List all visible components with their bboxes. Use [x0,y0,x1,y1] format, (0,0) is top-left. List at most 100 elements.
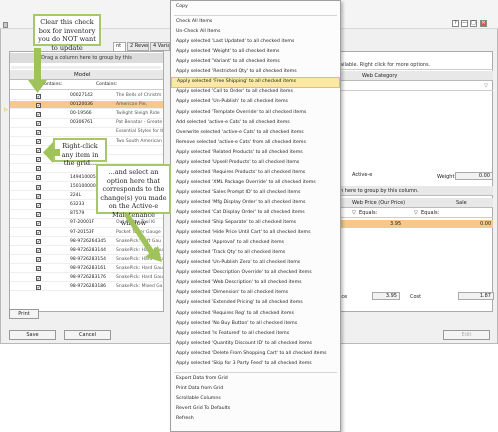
menu-item[interactable]: Apply selected 'Restricted Qty' to all c… [171,68,340,76]
menu-item[interactable]: Apply selected 'Track Qty' to all checke… [171,249,340,257]
close-button[interactable]: ✕ [480,20,487,27]
maximize-button[interactable]: □ [470,20,477,27]
table-row[interactable]: ✔ 98-9726264345 SnakePick: Soft Gau [10,238,163,246]
table-row[interactable]: ✔ 00306761 Pat Benatar - Greate [10,119,163,128]
minimize-button[interactable]: — [461,20,468,27]
menu-item[interactable]: Check All Items [171,18,340,26]
menu-item[interactable]: Apply selected 'Template Override' to al… [171,109,340,117]
model-column-header[interactable]: Model [74,72,91,78]
row-checkbox[interactable]: ✔ [36,148,41,154]
menu-item[interactable]: Remove selected 'active-e Cats' from all… [171,139,340,147]
menu-item[interactable]: Apply selected 'XML Package Override' to… [171,179,340,187]
menu-item[interactable]: Apply selected 'Requires Reg' to all che… [171,310,340,318]
row-checkbox[interactable]: ✔ [36,202,41,208]
menu-item[interactable]: Apply selected 'Requires Products' to al… [171,169,340,177]
filter-icon[interactable]: ▽ [352,208,356,218]
weight-field[interactable]: 0.00 [455,172,493,180]
row-checkbox[interactable]: ✔ [36,184,41,190]
cost-field[interactable]: 1.87 [458,292,494,300]
menu-item[interactable]: Apply selected 'Description Override' to… [171,269,340,277]
table-row[interactable]: ✔ 97-20153F Pocket Tuner Gauge [10,229,163,237]
menu-item[interactable]: Apply selected 'Un-Publish Zero' to all … [171,259,340,267]
row-checkbox[interactable]: ✔ [36,220,41,226]
row-checkbox[interactable]: ✔ [36,275,41,281]
menu-item[interactable]: Apply selected 'Approval' to all checked… [171,239,340,247]
row-checkbox[interactable]: ✔ [36,248,41,254]
price-field[interactable]: 3.95 [372,292,400,300]
menu-item[interactable]: Apply selected 'Un-Publish' to all check… [171,98,340,106]
table-row[interactable]: ✔ 00120036 American Pie, [10,101,163,110]
menu-item[interactable]: Print Data from Grid [171,385,340,393]
menu-item[interactable]: Apply selected 'Skip for 3 Party Feed' t… [171,360,340,368]
row-checkbox[interactable]: ✔ [36,139,41,144]
cancel-button[interactable]: Cancel [64,330,111,340]
menu-item[interactable]: Un-Check All Items [171,28,340,36]
menu-item[interactable]: Apply selected 'Delete From Shopping Car… [171,350,340,358]
menu-item[interactable]: Apply selected 'Variant' to all checked … [171,58,340,66]
menu-item[interactable]: Apply selected 'Weight' to all checked i… [171,48,340,56]
table-row[interactable]: ✔ 98-9726283176 SnakePick: Hard Gau [10,274,163,283]
menu-item[interactable]: Apply selected 'Dimension' to all checke… [171,289,340,297]
row-checkbox[interactable]: ✔ [36,111,41,117]
menu-item[interactable]: Apply selected 'Upsell Products' to all … [171,159,340,167]
row-checkbox[interactable]: ✔ [36,175,41,181]
menu-item[interactable]: Apply selected 'Quantity Discount ID' to… [171,340,340,348]
filter-icon[interactable]: ▽ [35,82,39,88]
row-checkbox[interactable]: ✔ [36,102,41,108]
row-checkbox[interactable]: ✔ [36,266,41,272]
sale-header[interactable]: Sale [456,198,467,208]
menu-item[interactable]: Revert Grid To Defaults [171,405,340,413]
row-checkbox[interactable]: ✔ [36,193,41,199]
menu-item[interactable]: Apply selected 'Ship Separate' to all ch… [171,219,340,227]
row-checkbox[interactable]: ✔ [36,157,41,163]
menu-item[interactable]: Apply selected 'Cat Display Order' to al… [171,209,340,217]
table-row[interactable]: ✔ 98-9726283144 SnakePick: Hard Gau [10,247,163,256]
menu-item[interactable]: Apply selected 'No Buy Button' to all ch… [171,320,340,328]
menu-item[interactable]: Apply selected 'Mfg Display Order' to al… [171,199,340,207]
menu-item[interactable]: Apply selected 'Is Featured' to all chec… [171,330,340,338]
menu-item[interactable]: Apply selected 'Free Shipping' to all ch… [171,77,340,88]
menu-item[interactable]: Apply selected 'Last Updated' to all che… [171,38,340,46]
menu-item[interactable]: Apply selected 'Sales Prompt ID' to all … [171,189,340,197]
save-button[interactable]: Save [9,330,56,340]
menu-item[interactable]: Apply selected 'Web Description' to all … [171,279,340,287]
table-row[interactable]: ✔ 98-9726283161 SnakePick: Hard Gau [10,265,163,274]
web-category-header[interactable]: Web Category [330,71,493,81]
menu-item[interactable]: Copy [171,3,340,11]
menu-item[interactable]: Export Data from Grid [171,375,340,383]
menu-item[interactable]: Add selected 'active-e Cats' to all chec… [171,119,340,127]
table-row[interactable]: ✔ 00027142 The Bells of Christm [10,92,163,101]
row-checkbox[interactable]: ✔ [36,230,41,235]
filter-icon[interactable]: ▽ [414,208,418,218]
menu-item[interactable]: Overwrite selected 'active-e Cats' to al… [171,129,340,137]
row-model: 1501000001 [70,184,99,189]
menu-item[interactable]: Apply selected 'Call to Order' to all ch… [171,88,340,96]
price-row[interactable]: 3.95 0.00 [338,220,493,228]
filter-icon[interactable]: ▽ [484,83,488,89]
row-checkbox[interactable]: ✔ [36,284,41,290]
menu-item[interactable]: Apply selected 'Related Products' to all… [171,149,340,157]
menu-item[interactable]: Apply selected 'Hide Price Until Cart' t… [171,229,340,237]
row-checkbox[interactable]: ✔ [36,120,41,126]
menu-item[interactable]: Scrollable Columns [171,395,340,403]
web-category-filter[interactable]: ▽ [330,81,493,91]
menu-item[interactable]: Refresh [171,415,340,423]
row-checkbox[interactable]: ✔ [36,166,41,172]
row-checkbox[interactable]: ✔ [36,129,41,135]
row-checkbox[interactable]: ✔ [36,239,41,245]
table-row[interactable]: ✔ 98-9726283186 SnakePick: Mixed Ga [10,283,163,292]
table-row[interactable]: ✔ 98-9726283154 SnakePick: Hard Gau [10,256,163,265]
table-row[interactable]: ✔ Essential Styles for th [10,128,163,137]
help-button[interactable]: ? [452,20,459,27]
row-checkbox[interactable]: ✔ [36,257,41,263]
tab-variants[interactable]: 4 Varia [150,42,170,51]
table-row[interactable]: ✔ 00-19566 Twilight Sleigh Ride [10,110,163,119]
edit-button[interactable]: Edit [443,330,490,340]
row-checkbox[interactable]: ✔ [36,211,41,217]
row-checkbox[interactable]: ✔ [36,93,41,99]
menu-item[interactable]: Apply selected 'Extended Pricing' to all… [171,299,340,307]
tab-product[interactable]: nt [113,42,126,51]
print-button[interactable]: Print [9,309,39,319]
tab-reverse[interactable]: 2 Revers [127,42,149,51]
web-price-header[interactable]: Web Price (Our Price) [352,198,405,208]
